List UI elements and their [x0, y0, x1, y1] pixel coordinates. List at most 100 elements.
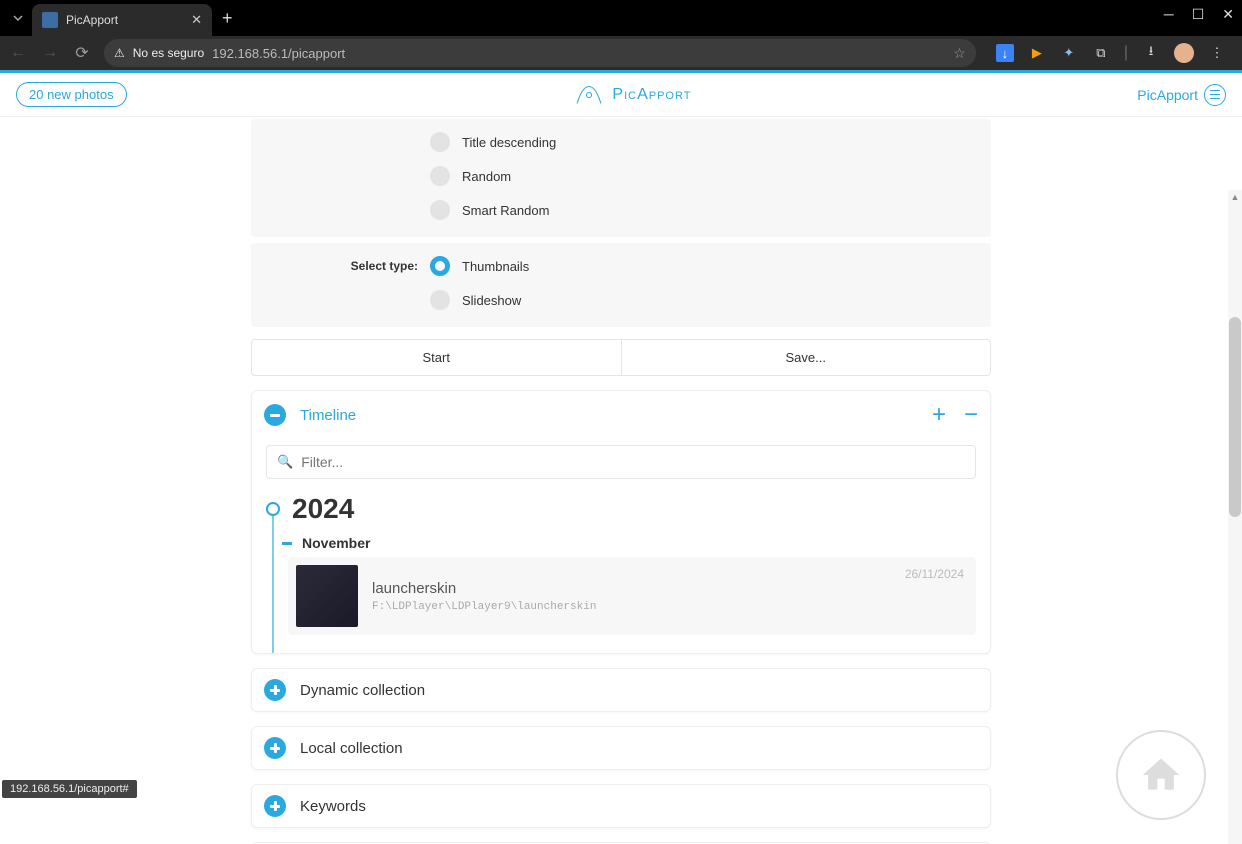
- expand-icon[interactable]: [264, 795, 286, 817]
- timeline-year-marker[interactable]: 2024: [266, 493, 976, 525]
- entry-path: F:\LDPlayer\LDPlayer9\launcherskin: [372, 601, 596, 613]
- new-tab-button[interactable]: +: [222, 8, 233, 29]
- browser-tab[interactable]: PicApport ✕: [32, 4, 212, 36]
- scrollbar-up-button[interactable]: ▲: [1228, 190, 1242, 204]
- sort-option-label: Title descending: [462, 135, 556, 150]
- downloads-icon[interactable]: ⭳: [1142, 44, 1160, 62]
- save-button[interactable]: Save...: [622, 340, 991, 375]
- expand-icon[interactable]: [264, 737, 286, 759]
- extension-play-icon[interactable]: ▶: [1028, 44, 1046, 62]
- tab-dropdown-button[interactable]: [8, 8, 28, 28]
- select-type-panel: Select type: Thumbnails Slideshow: [251, 243, 991, 327]
- radio-icon[interactable]: [430, 290, 450, 310]
- app-topbar: 20 new photos PicApport PicApport: [0, 73, 1242, 117]
- forward-button[interactable]: →: [40, 44, 60, 62]
- search-icon: 🔍: [277, 454, 293, 470]
- entry-info: launcherskin F:\LDPlayer\LDPlayer9\launc…: [372, 580, 596, 613]
- extension-download-manager-icon[interactable]: ↓: [996, 44, 1014, 62]
- profile-avatar[interactable]: [1174, 43, 1194, 63]
- sort-option-row[interactable]: Title descending: [251, 125, 991, 159]
- sort-options-panel: Title descending Random Smart Random: [251, 119, 991, 237]
- timeline-entry[interactable]: launcherskin F:\LDPlayer\LDPlayer9\launc…: [288, 557, 976, 635]
- section-header[interactable]: Local collection: [252, 727, 990, 769]
- timeline-title: Timeline: [300, 407, 356, 424]
- timeline-section: Timeline + − 🔍 2024 November: [251, 390, 991, 654]
- timeline-line: [272, 509, 274, 653]
- section-title: Local collection: [300, 740, 403, 757]
- status-bar: 192.168.56.1/picapport#: [2, 780, 137, 798]
- app-menu-label: PicApport: [1137, 87, 1198, 103]
- timeline-filter[interactable]: 🔍: [266, 445, 976, 479]
- timeline-header-actions: + −: [932, 401, 978, 429]
- brand-logo[interactable]: PicApport: [572, 81, 691, 109]
- maximize-button[interactable]: ☐: [1192, 6, 1205, 23]
- radio-icon[interactable]: [430, 166, 450, 186]
- tab-row: PicApport ✕ + ─ ☐ ✕: [0, 0, 1242, 36]
- back-button[interactable]: ←: [8, 44, 28, 62]
- section-title: Keywords: [300, 798, 366, 815]
- app-menu-button[interactable]: PicApport: [1137, 84, 1226, 106]
- timeline-month-row[interactable]: November: [282, 535, 976, 551]
- radio-icon[interactable]: [430, 256, 450, 276]
- reload-button[interactable]: ⟳: [72, 43, 92, 63]
- brand-text: PicApport: [612, 86, 691, 104]
- close-window-button[interactable]: ✕: [1222, 6, 1234, 23]
- select-type-label: Select type:: [263, 259, 418, 273]
- address-bar[interactable]: ⚠ No es seguro 192.168.56.1/picapport ☆: [104, 39, 976, 67]
- url-text: 192.168.56.1/picapport: [212, 46, 345, 61]
- dynamic-collection-section: Dynamic collection: [251, 668, 991, 712]
- local-collection-section: Local collection: [251, 726, 991, 770]
- timeline-add-button[interactable]: +: [932, 401, 946, 429]
- browser-menu-icon[interactable]: ⋮: [1208, 44, 1226, 62]
- entry-date: 26/11/2024: [905, 567, 964, 581]
- entry-title: launcherskin: [372, 580, 596, 597]
- month-label: November: [302, 535, 370, 551]
- sort-option-label: Smart Random: [462, 203, 549, 218]
- security-label: No es seguro: [133, 46, 204, 60]
- select-type-option-label: Slideshow: [462, 293, 521, 308]
- hamburger-icon: [1204, 84, 1226, 106]
- select-type-row[interactable]: Slideshow: [251, 283, 991, 317]
- browser-chrome: PicApport ✕ + ─ ☐ ✕ ← → ⟳ ⚠ No es seguro…: [0, 0, 1242, 70]
- section-header[interactable]: Keywords: [252, 785, 990, 827]
- home-icon: [1139, 753, 1183, 797]
- radio-icon[interactable]: [430, 132, 450, 152]
- minimize-button[interactable]: ─: [1164, 6, 1174, 23]
- tab-favicon: [42, 12, 58, 28]
- scrollbar-track[interactable]: [1228, 190, 1242, 844]
- radio-icon[interactable]: [430, 200, 450, 220]
- section-header[interactable]: Dynamic collection: [252, 669, 990, 711]
- extensions-menu-icon[interactable]: ⧉: [1092, 44, 1110, 62]
- extension-generic-icon[interactable]: ✦: [1060, 44, 1078, 62]
- navigation-row: ← → ⟳ ⚠ No es seguro 192.168.56.1/picapp…: [0, 36, 1242, 70]
- collapse-icon[interactable]: [264, 404, 286, 426]
- new-photos-badge[interactable]: 20 new photos: [16, 82, 127, 107]
- keywords-section: Keywords: [251, 784, 991, 828]
- sort-option-label: Random: [462, 169, 511, 184]
- timeline-remove-button[interactable]: −: [964, 401, 978, 429]
- tab-close-button[interactable]: ✕: [191, 12, 202, 28]
- window-controls: ─ ☐ ✕: [1164, 6, 1234, 23]
- sort-option-row[interactable]: Random: [251, 159, 991, 193]
- timeline-body: 2024 November launcherskin F:\LDPlayer\L…: [252, 489, 990, 653]
- warning-icon: ⚠: [114, 46, 125, 60]
- year-label: 2024: [292, 493, 354, 525]
- extension-icons: ↓ ▶ ✦ ⧉ | ⭳ ⋮: [988, 43, 1234, 63]
- start-button[interactable]: Start: [252, 340, 622, 375]
- home-fab-button[interactable]: [1116, 730, 1206, 820]
- select-type-row[interactable]: Select type: Thumbnails: [251, 249, 991, 283]
- action-buttons: Start Save...: [251, 339, 991, 376]
- section-title: Dynamic collection: [300, 682, 425, 699]
- entry-thumbnail: [296, 565, 358, 627]
- year-dot-icon: [266, 502, 280, 516]
- bookmark-star-icon[interactable]: ☆: [953, 45, 966, 62]
- filter-input[interactable]: [301, 454, 965, 470]
- scrollbar-thumb[interactable]: [1229, 317, 1241, 517]
- expand-icon[interactable]: [264, 679, 286, 701]
- tab-title: PicApport: [66, 13, 183, 27]
- select-type-option-label: Thumbnails: [462, 259, 529, 274]
- main-content: Title descending Random Smart Random Sel…: [251, 119, 991, 844]
- timeline-header[interactable]: Timeline + −: [252, 391, 990, 439]
- sort-option-row[interactable]: Smart Random: [251, 193, 991, 227]
- month-tick-icon: [282, 542, 292, 545]
